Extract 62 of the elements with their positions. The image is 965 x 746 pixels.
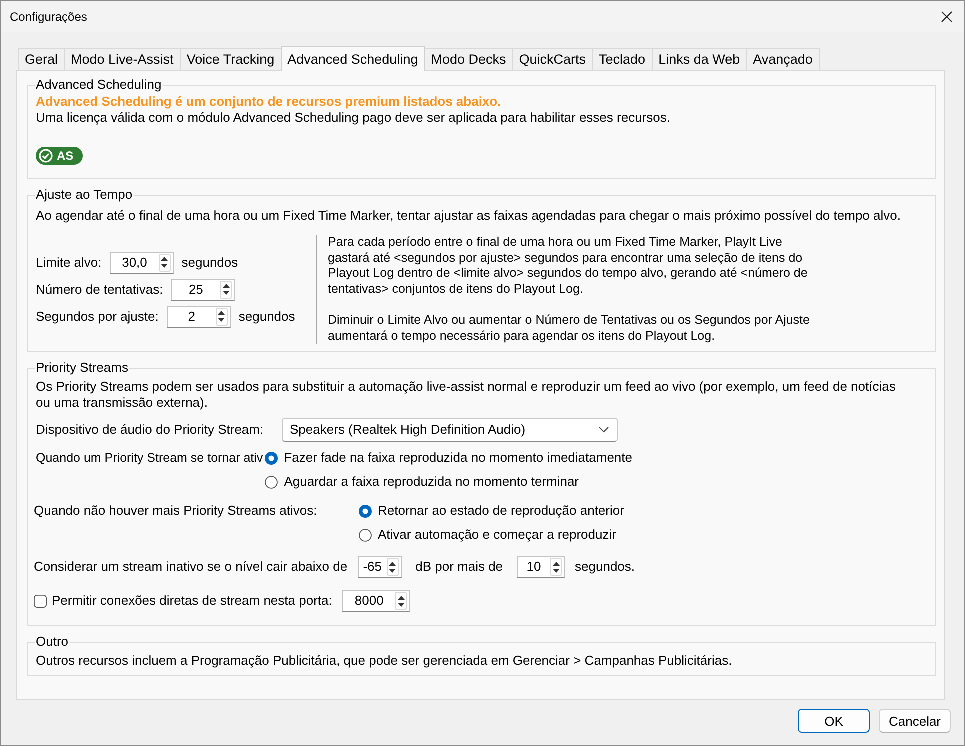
dialog-button[interactable]: Cancelar — [879, 709, 951, 733]
section-description: Outros recursos incluem a Programação Publicitária, que pode ser gerenciada em Gerenciar > Campanhas Publicitárias. — [36, 653, 734, 670]
check-circle-icon — [39, 149, 53, 163]
help-text: Diminuir o Limite Alvo ou aumentar o Número de Tentativas ou os Segundos por Ajuste aumentará o tempo necessário para agendar os itens do Playout Log. — [328, 312, 811, 344]
field-label: Quando um Priority Stream se tornar ativ — [36, 450, 264, 468]
unit-label: dB por mais de — [416, 559, 504, 576]
field-label: Quando não houver mais Priority Streams ativos: — [34, 502, 318, 520]
checkbox[interactable] — [34, 594, 47, 608]
dialog-button[interactable]: OK — [798, 709, 870, 733]
caret-up-icon[interactable] — [161, 257, 168, 262]
caret-down-icon[interactable] — [389, 568, 396, 573]
group-title: Advanced Scheduling — [35, 77, 163, 93]
unit-label: segundos. — [575, 559, 636, 576]
caret-down-icon[interactable] — [218, 318, 226, 322]
unit-label: segundos — [182, 254, 238, 271]
radio-button[interactable] — [265, 476, 278, 489]
field-label: Segundos por ajuste: — [36, 308, 159, 325]
radio-button[interactable] — [359, 504, 372, 518]
license-description: Uma licença válida com o módulo Advanced Scheduling pago deve ser aplicada para habilitar esses recursos. — [36, 110, 672, 126]
caret-down-icon[interactable] — [552, 568, 560, 573]
help-text: Para cada período entre o final de uma hora ou um Fixed Time Marker, PlayIt Live gastará até <segundos por ajuste> segundos para encontrar uma seleção de itens do Playout Log dentro de <limite alvo> segundos do tempo alvo, gerando até <número de tentativas> conjuntos de itens do Playout Log. — [328, 235, 809, 298]
section-description: Os Priority Streams podem ser usados para substituir a automação live-assist normal e reproduzir um feed ao vivo (por exemplo, um feed de notícias ou uma transmissão externa). — [36, 379, 897, 412]
tab[interactable]: Avançado — [746, 48, 820, 70]
number-spinner[interactable]: 8000 — [342, 590, 410, 612]
field-label: Dispositivo de áudio do Priority Stream: — [36, 422, 265, 438]
device-dropdown[interactable]: Speakers (Realtek High Definition Audio) — [282, 418, 618, 442]
unit-label: segundos — [238, 308, 296, 325]
caret-up-icon[interactable] — [552, 562, 560, 566]
radio-label[interactable]: Aguardar a faixa reproduzida no momento terminar — [284, 474, 580, 490]
window-title: Configurações — [10, 10, 88, 24]
caret-up-icon[interactable] — [222, 284, 230, 288]
group-title: Outro — [35, 634, 70, 650]
caret-up-icon[interactable] — [218, 311, 226, 316]
group-title: Priority Streams — [35, 360, 130, 376]
radio-button[interactable] — [265, 452, 278, 465]
close-icon[interactable] — [941, 10, 953, 22]
caret-down-icon[interactable] — [222, 291, 230, 296]
radio-label[interactable]: Fazer fade na faixa reproduzida no momento imediatamente — [284, 450, 632, 466]
field-label: Considerar um stream inativo se o nível cair abaixo de — [34, 559, 348, 576]
number-spinner[interactable]: 10 — [517, 556, 566, 578]
tab[interactable]: Advanced Scheduling — [280, 46, 426, 71]
caret-up-icon[interactable] — [398, 596, 405, 600]
number-spinner[interactable]: 25 — [171, 278, 236, 301]
caret-down-icon[interactable] — [398, 602, 405, 607]
radio-label[interactable]: Retornar ao estado de reprodução anterior — [378, 503, 624, 520]
caret-down-icon[interactable] — [161, 264, 168, 268]
field-label: Número de tentativas: — [36, 282, 164, 298]
field-label: Limite alvo: — [36, 254, 102, 271]
tab[interactable]: Voice Tracking — [180, 48, 282, 70]
section-description: Ao agendar até o final de uma hora ou um Fixed Time Marker, tentar ajustar as faixas agendadas para chegar o mais próximo possível do tempo alvo. — [36, 208, 902, 224]
badge-label: AS — [57, 149, 74, 163]
radio-button[interactable] — [359, 528, 372, 542]
number-spinner[interactable]: 2 — [166, 306, 231, 328]
chevron-down-icon — [599, 427, 609, 434]
tab[interactable]: Geral — [18, 48, 66, 70]
caret-up-icon[interactable] — [389, 562, 396, 566]
group-title: Ajuste ao Tempo — [35, 187, 134, 203]
number-spinner[interactable]: -65 — [358, 556, 402, 578]
number-spinner[interactable]: 30,0 — [110, 252, 174, 274]
checkbox-label[interactable]: Permitir conexões diretas de stream nesta porta: — [52, 593, 332, 610]
radio-label[interactable]: Ativar automação e começar a reproduzir — [378, 527, 616, 544]
premium-notice: Advanced Scheduling é um conjunto de recursos premium listados abaixo. — [36, 94, 502, 110]
